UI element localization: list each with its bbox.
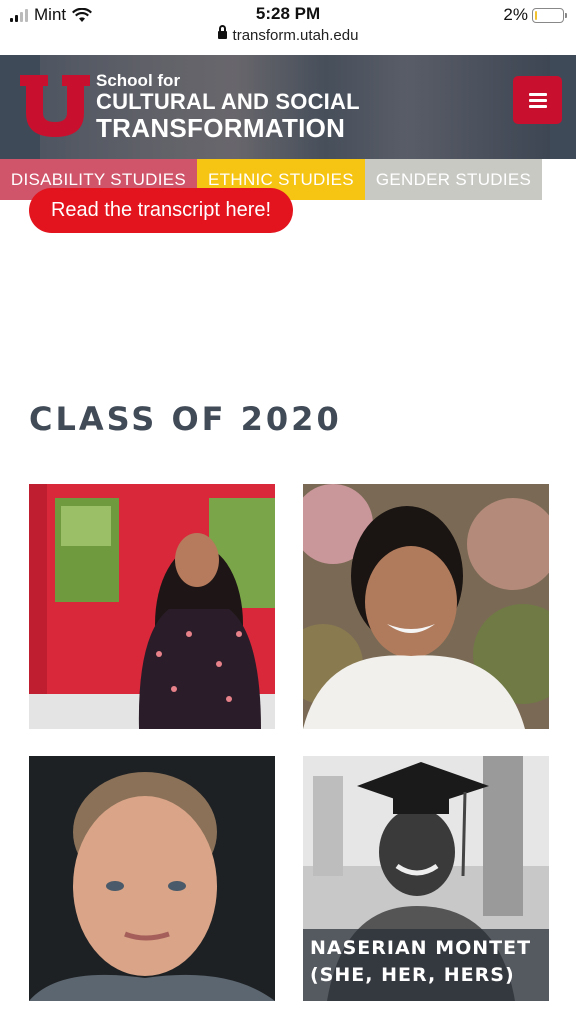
graduate-photo bbox=[29, 484, 275, 729]
graduate-photo bbox=[303, 484, 549, 729]
read-transcript-button[interactable]: Read the transcript here! bbox=[29, 188, 293, 233]
battery-icon bbox=[532, 7, 567, 23]
address-bar[interactable]: transform.utah.edu bbox=[0, 25, 576, 49]
section-title: CLASS OF 2020 bbox=[29, 400, 342, 438]
menu-button[interactable] bbox=[513, 76, 562, 124]
hamburger-line bbox=[528, 98, 547, 102]
logo-line-2: CULTURAL AND SOCIAL bbox=[96, 89, 360, 114]
hamburger-menu-icon bbox=[528, 92, 547, 96]
logo-line-3: TRANSFORMATION bbox=[96, 113, 346, 143]
graduate-card[interactable]: NASERIAN MONTET (SHE, HER, HERS) bbox=[303, 756, 549, 1001]
graduate-card[interactable] bbox=[29, 756, 275, 1001]
battery-group: 2% bbox=[503, 5, 567, 25]
tab-gender-studies[interactable]: GENDER STUDIES bbox=[365, 159, 542, 200]
hamburger-line bbox=[528, 104, 547, 108]
university-u-logo[interactable] bbox=[20, 75, 90, 137]
graduate-card[interactable] bbox=[29, 484, 275, 729]
clock: 5:28 PM bbox=[255, 4, 321, 23]
graduate-photo bbox=[29, 756, 275, 1001]
site-logo-text[interactable]: School for CULTURAL AND SOCIAL TRANSFORM… bbox=[96, 72, 360, 141]
url-text: transform.utah.edu bbox=[232, 27, 359, 44]
graduate-card[interactable] bbox=[303, 484, 549, 729]
graduate-caption: NASERIAN MONTET (SHE, HER, HERS) bbox=[303, 929, 549, 1001]
logo-line-1: School for bbox=[96, 71, 181, 90]
battery-percent: 2% bbox=[503, 5, 528, 24]
status-bar: Mint 5:28 PM 2% bbox=[0, 0, 576, 30]
lock-icon bbox=[217, 25, 227, 39]
site-header: School for CULTURAL AND SOCIAL TRANSFORM… bbox=[0, 55, 576, 159]
